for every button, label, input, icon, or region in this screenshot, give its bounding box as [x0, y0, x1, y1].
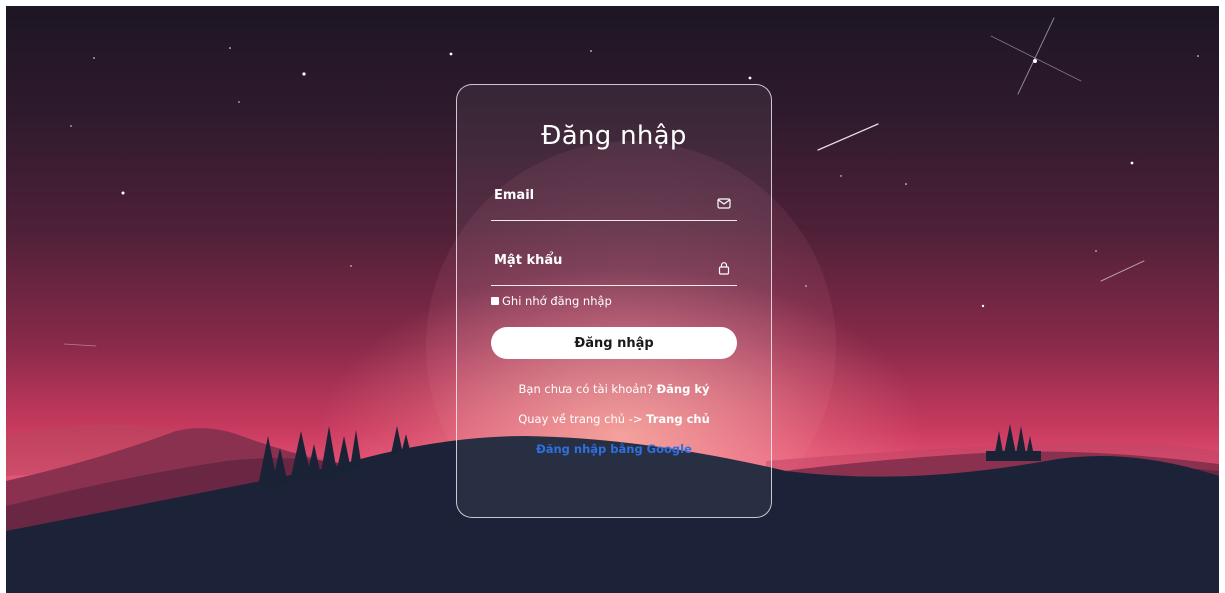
signup-prompt: Bạn chưa có tài khoản? — [518, 382, 653, 396]
home-line: Quay về trang chủ -> Trang chủ — [457, 412, 771, 426]
mail-icon — [717, 198, 731, 209]
signup-line: Bạn chưa có tài khoản? Đăng ký — [457, 382, 771, 396]
login-card: Đăng nhập Email Mật khẩu Ghi nhớ đăng nh… — [456, 84, 772, 518]
google-line: Đăng nhập bằng Google — [457, 442, 771, 456]
password-field[interactable]: Mật khẩu — [491, 253, 737, 286]
google-login-link[interactable]: Đăng nhập bằng Google — [536, 442, 692, 456]
remember-label: Ghi nhớ đăng nhập — [502, 294, 612, 308]
page-title: Đăng nhập — [541, 121, 687, 151]
password-label: Mật khẩu — [494, 253, 563, 268]
remember-me[interactable]: Ghi nhớ đăng nhập — [491, 294, 612, 308]
home-prompt: Quay về trang chủ -> — [518, 412, 643, 426]
email-label: Email — [494, 188, 535, 203]
signup-link[interactable]: Đăng ký — [657, 382, 710, 396]
login-page: Đăng nhập Email Mật khẩu Ghi nhớ đăng nh… — [6, 6, 1219, 593]
lock-icon — [718, 262, 730, 275]
trees-right — [986, 424, 1041, 461]
remember-checkbox[interactable] — [491, 297, 499, 305]
email-field[interactable]: Email — [491, 188, 737, 221]
login-button[interactable]: Đăng nhập — [491, 327, 737, 359]
home-link[interactable]: Trang chủ — [646, 412, 710, 426]
